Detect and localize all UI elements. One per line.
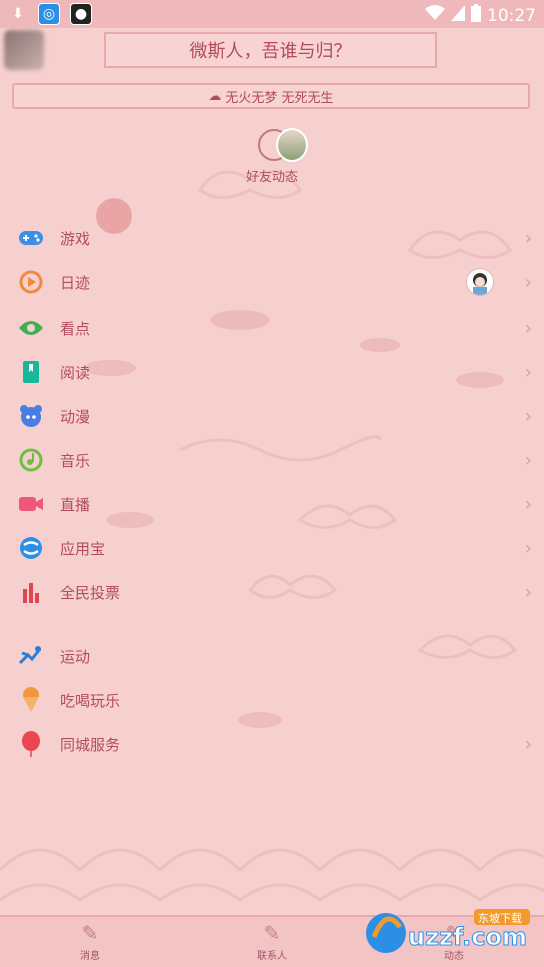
chevron-right-icon: › (524, 537, 532, 559)
chevron-right-icon: › (524, 317, 532, 339)
watermark-text: uzzf.com (408, 923, 527, 951)
menu-label: 看点 (60, 319, 91, 338)
eye-icon (18, 315, 44, 341)
menu-item-reading[interactable]: 阅读 › (0, 352, 544, 392)
motto-banner[interactable]: ☁ 无火无梦 无死无生 (12, 83, 530, 109)
user-avatar[interactable] (4, 30, 44, 70)
contacts-icon: ✎ (263, 921, 281, 945)
motto-text: 无火无梦 无死无生 (225, 90, 334, 106)
chevron-right-icon: › (524, 493, 532, 515)
menu-item-vote[interactable]: 全民投票 › (0, 572, 544, 612)
tab-label: 消息 (80, 951, 100, 962)
menu-label: 直播 (60, 495, 91, 514)
chevron-right-icon: › (524, 733, 532, 755)
chevron-right-icon: › (524, 271, 532, 293)
chevron-right-icon: › (524, 405, 532, 427)
menu-item-food-fun[interactable]: 吃喝玩乐 (0, 680, 544, 720)
menu-item-games[interactable]: 游戏 › (0, 218, 544, 258)
watermark-sub: 东坡下载 (478, 912, 522, 925)
signature-title[interactable]: 微斯人，吾谁与归？ (104, 32, 437, 68)
camera-icon: ● (70, 3, 92, 25)
messages-icon: ✎ (81, 921, 99, 945)
signal-icon (451, 5, 465, 26)
menu-label: 动漫 (60, 407, 91, 426)
menu-item-local-services[interactable]: 同城服务 › (0, 724, 544, 764)
menu-label: 音乐 (60, 451, 91, 470)
chevron-right-icon: › (524, 449, 532, 471)
chevron-right-icon: › (524, 581, 532, 603)
clock-time: 10:27 (487, 5, 536, 26)
menu-item-highlights[interactable]: 看点 › (0, 308, 544, 348)
download-icon: ⬇ (12, 6, 24, 22)
menu-label: 应用宝 (60, 539, 106, 558)
balloon-icon (18, 731, 44, 757)
menu-label: 吃喝玩乐 (60, 691, 121, 710)
chevron-right-icon: › (524, 361, 532, 383)
menu-label: 全民投票 (60, 583, 121, 602)
tab-contacts[interactable]: ✎ 联系人 (232, 921, 312, 962)
ice-cream-icon (18, 687, 44, 713)
menu-item-daily-record[interactable]: 日迹 › (0, 262, 544, 302)
friends-feed-label: 好友动态 (245, 170, 298, 185)
chevron-right-icon: › (524, 227, 532, 249)
friend-avatar-badge (466, 268, 494, 296)
menu-label: 阅读 (60, 363, 91, 382)
sport-icon (18, 643, 44, 669)
friends-feed-button[interactable]: 好友动态 (240, 128, 308, 185)
menu-label: 日迹 (60, 273, 91, 292)
tab-label: 联系人 (257, 951, 287, 962)
live-camera-icon (18, 491, 44, 517)
daily-record-icon (18, 269, 44, 295)
menu-item-live[interactable]: 直播 › (0, 484, 544, 524)
cloud-icon: ☁ (208, 88, 222, 104)
tab-messages[interactable]: ✎ 消息 (50, 921, 130, 962)
friend-avatar (276, 128, 308, 162)
app-store-icon (18, 535, 44, 561)
gamepad-icon (18, 225, 44, 251)
music-icon (18, 447, 44, 473)
status-bar: ⬇ ◎ ● 10:27 (0, 0, 544, 28)
menu-label: 运动 (60, 647, 91, 666)
menu-label: 同城服务 (60, 735, 121, 754)
menu-label: 游戏 (60, 229, 91, 248)
book-icon (18, 359, 44, 385)
battery-icon (471, 4, 481, 27)
site-watermark: uzzf.com 东坡下载 (364, 907, 534, 957)
menu-item-music[interactable]: 音乐 › (0, 440, 544, 480)
app-icon: ◎ (38, 3, 60, 25)
vote-chart-icon (18, 579, 44, 605)
anime-icon (18, 403, 44, 429)
wifi-icon (425, 5, 445, 26)
menu-item-sport[interactable]: 运动 (0, 636, 544, 676)
menu-item-app-store[interactable]: 应用宝 › (0, 528, 544, 568)
menu-item-anime[interactable]: 动漫 › (0, 396, 544, 436)
